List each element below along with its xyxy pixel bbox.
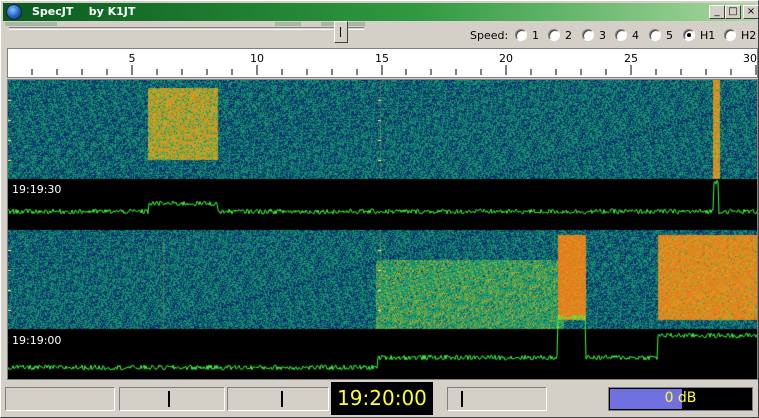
level-meter: 0 dB (608, 387, 753, 411)
window-title: SpecJT by K1JT (32, 5, 136, 18)
ruler-tick-label: 25 (624, 52, 638, 65)
indicator-bar (5, 22, 57, 26)
radio-indicator[interactable] (649, 29, 661, 41)
title-bar[interactable]: SpecJT by K1JT _ □ × (3, 3, 759, 21)
radio-label: 2 (565, 29, 572, 42)
radio-indicator[interactable] (615, 29, 627, 41)
gain-slider[interactable] (447, 387, 547, 411)
radio-label: 3 (599, 29, 606, 42)
globe-icon (6, 4, 22, 20)
zoom-slider-thumb[interactable] (334, 21, 348, 43)
radio-label: H2 (741, 29, 757, 42)
radio-indicator[interactable] (582, 29, 594, 41)
slider-thumb[interactable] (168, 391, 170, 407)
radio-label: 5 (666, 29, 673, 42)
radio-indicator[interactable] (683, 29, 695, 41)
close-button[interactable]: × (743, 5, 759, 19)
status-bar: 19:20:00 0 dB (3, 382, 756, 417)
ruler-tick-label: 5 (128, 52, 136, 65)
slider-thumb[interactable] (461, 391, 463, 407)
minimize-button[interactable]: _ (709, 5, 725, 19)
speed-label: Speed: (470, 29, 509, 42)
contrast-slider[interactable] (227, 387, 329, 411)
level-meter-text: 0 dB (664, 390, 697, 406)
ruler-tick-label: 20 (499, 52, 513, 65)
radio-indicator[interactable] (548, 29, 560, 41)
waterfall-canvas (8, 80, 757, 379)
radio-indicator[interactable] (515, 29, 527, 41)
maximize-button[interactable]: □ (725, 5, 741, 19)
slider-thumb[interactable] (281, 391, 283, 407)
radio-label: 4 (632, 29, 639, 42)
radio-label: 1 (532, 29, 539, 42)
radio-indicator[interactable] (724, 29, 736, 41)
utc-clock: 19:20:00 (331, 382, 433, 415)
waterfall-display[interactable]: 19:19:30 19:19:00 (7, 79, 758, 380)
status-field (5, 387, 115, 411)
panel-timestamp: 19:19:30 (12, 183, 62, 196)
specjt-window: SpecJT by K1JT _ □ × Speed: 5 10 15 20 25 30 … (0, 0, 759, 418)
ruler-tick-label: 15 (375, 52, 389, 65)
panel-timestamp: 19:19:00 (12, 334, 62, 347)
brightness-slider[interactable] (119, 387, 225, 411)
radio-label: H1 (700, 29, 716, 42)
indicator-bar (275, 22, 301, 26)
zoom-slider-track[interactable] (9, 27, 364, 30)
ruler-tick-label: 30 (743, 52, 757, 65)
ruler-tick-label: 10 (250, 52, 264, 65)
toolbar (3, 21, 756, 47)
frequency-ruler: 5 10 15 20 25 30 (7, 48, 758, 78)
